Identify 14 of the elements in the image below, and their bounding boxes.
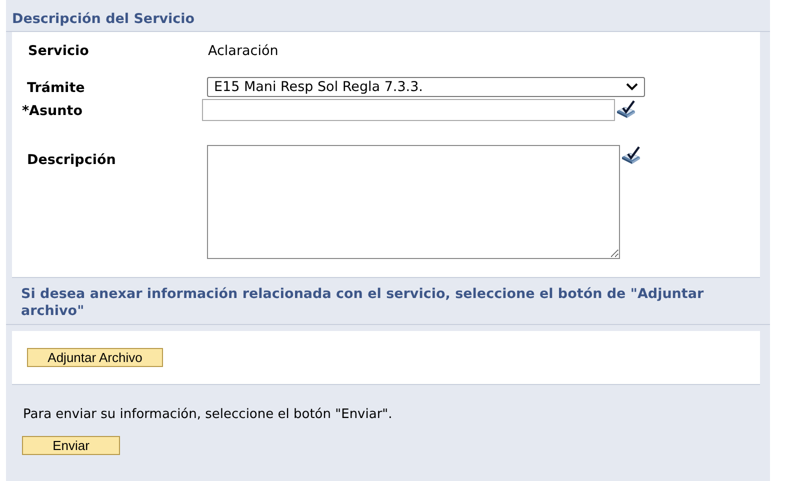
- spellcheck-icon[interactable]: [620, 145, 642, 165]
- attach-button[interactable]: Adjuntar Archivo: [27, 348, 163, 367]
- field-value: Aclaración: [208, 43, 278, 59]
- instruction-text: Para enviar su información, seleccione el botón "Enviar".: [22, 406, 394, 422]
- field-label: *Asunto: [21, 102, 84, 119]
- dropdown[interactable]: E15 Mani Resp Sol Regla 7.3.3.: [207, 77, 645, 97]
- caret-icon[interactable]: [626, 83, 638, 91]
- spellcheck-icon[interactable]: [615, 99, 637, 119]
- field-label: Servicio: [27, 43, 90, 59]
- send-button[interactable]: Enviar: [22, 436, 120, 455]
- field-label: Descripción: [26, 151, 117, 168]
- input-field[interactable]: [202, 99, 615, 121]
- section-title: Si desea anexar información relacionada con el servicio, seleccione el botón de "Adjuntar archivo": [6, 286, 770, 325]
- field-label: Trámite: [26, 79, 86, 96]
